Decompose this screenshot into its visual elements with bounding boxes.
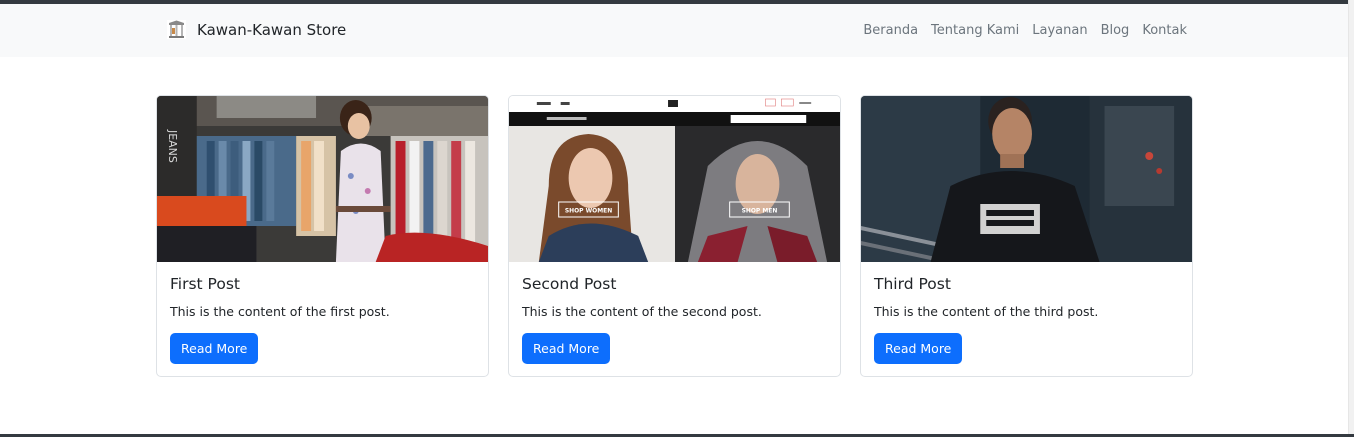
post-title: Second Post (522, 275, 617, 293)
scrollbar-track[interactable] (1348, 0, 1354, 437)
card-body: Third Post This is the content of the th… (861, 262, 1192, 364)
shop-women-text: SHOP WOMEN (565, 207, 612, 214)
brand-link[interactable]: Kawan-Kawan Store (166, 19, 346, 40)
nav-link-layanan[interactable]: Layanan (1032, 23, 1087, 38)
read-more-button[interactable]: Read More (522, 333, 611, 364)
post-card-second: SHOP WOMEN SHOP MEN Second Post This is … (508, 95, 841, 377)
post-image-fashion-banner: SHOP WOMEN SHOP MEN (509, 96, 840, 262)
read-more-button[interactable]: Read More (170, 333, 259, 364)
store-logo-icon (167, 20, 186, 39)
post-title: Third Post (874, 275, 951, 293)
nav-links: Beranda Tentang Kami Layanan Blog Kontak (863, 23, 1187, 38)
post-title: First Post (170, 275, 240, 293)
post-image-clothing-store: JEANS (157, 96, 488, 262)
read-more-button[interactable]: Read More (874, 333, 963, 364)
post-cards: JEANS First Post This is the content of … (156, 95, 1193, 377)
card-body: Second Post This is the content of the s… (509, 262, 840, 364)
post-content: This is the content of the second post. (522, 304, 762, 319)
post-content: This is the content of the third post. (874, 304, 1099, 319)
nav-link-kontak[interactable]: Kontak (1142, 23, 1187, 38)
post-card-first: JEANS First Post This is the content of … (156, 95, 489, 377)
card-body: First Post This is the content of the fi… (157, 262, 488, 364)
nav-link-beranda[interactable]: Beranda (863, 23, 918, 38)
shop-men-text: SHOP MEN (742, 207, 778, 214)
post-card-third: Third Post This is the content of the th… (860, 95, 1193, 377)
post-image-man-tshirt (861, 96, 1192, 262)
svg-text:JEANS: JEANS (166, 129, 179, 163)
nav-link-tentang-kami[interactable]: Tentang Kami (931, 23, 1019, 38)
navbar: Kawan-Kawan Store Beranda Tentang Kami L… (0, 4, 1348, 57)
brand-name: Kawan-Kawan Store (197, 20, 347, 39)
nav-link-blog[interactable]: Blog (1101, 23, 1130, 38)
post-content: This is the content of the first post. (170, 304, 390, 319)
